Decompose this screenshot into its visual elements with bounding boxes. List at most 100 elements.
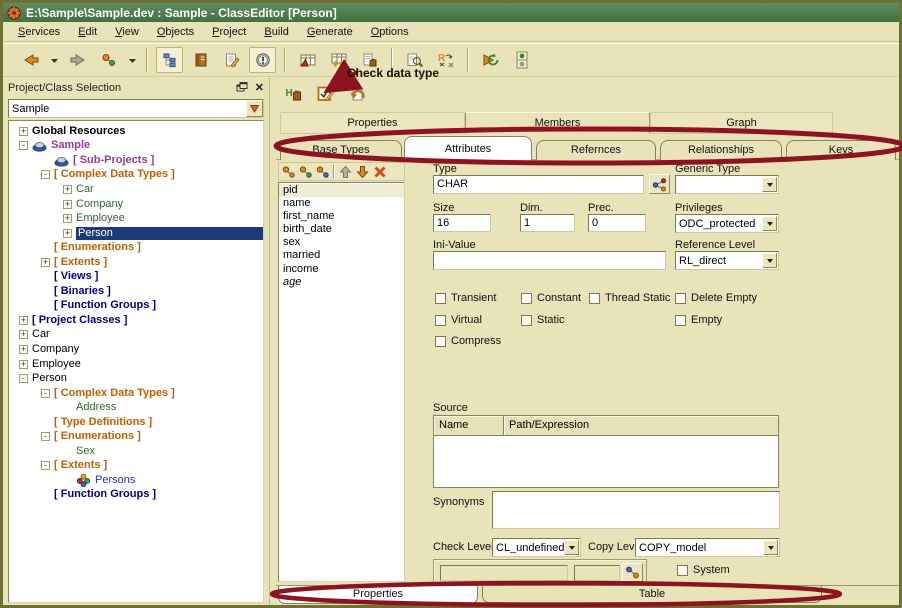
add-relationship-button[interactable] [314,164,331,180]
tree-item-enumerations[interactable]: [ Enumerations ] [9,240,263,255]
run-refresh-button[interactable] [477,47,504,73]
reference-level-combo[interactable]: RL_direct [675,251,779,270]
expander-icon[interactable]: + [63,229,72,238]
tree-view-button[interactable] [156,47,183,73]
tree-item-extents[interactable]: +[ Extents ] [9,255,263,270]
attribute-married[interactable]: married [279,249,404,262]
expander-icon[interactable]: + [19,330,28,339]
tree-item-enumerations[interactable]: -[ Enumerations ] [9,429,263,444]
expander-icon[interactable]: - [41,432,50,441]
dim-input[interactable]: 1 [520,214,575,232]
menu-objects[interactable]: Objects [148,24,203,40]
type-link-button[interactable] [649,174,670,194]
menu-view[interactable]: View [106,24,148,40]
privileges-combo[interactable]: ODC_protected [675,214,779,233]
table-generate-button[interactable] [294,47,321,73]
edit-doc-button[interactable] [218,47,245,73]
class-editor-button[interactable] [249,47,276,73]
expander-icon[interactable]: + [41,258,50,267]
expander-icon[interactable]: - [19,374,28,383]
tree-item-sample[interactable]: -Sample [9,139,263,154]
generic-type-combo[interactable] [675,175,779,194]
close-panel-icon[interactable]: ✕ [255,81,264,94]
expander-icon[interactable]: + [63,214,72,223]
synonyms-input[interactable] [492,491,780,529]
tree-item-company[interactable]: +Company [9,197,263,212]
expander-icon[interactable]: - [41,170,50,179]
revert-button[interactable] [344,81,372,107]
tree-item-person[interactable]: -Person [9,371,263,386]
tab-relationships[interactable]: Relationships [660,140,782,160]
expander-icon[interactable]: + [19,316,28,325]
expander-icon[interactable]: + [63,200,72,209]
constant-checkbox[interactable]: Constant [521,292,589,304]
tree-item-car[interactable]: +Car [9,182,263,197]
tree-item-global-resources[interactable]: +Global Resources [9,124,263,139]
add-reference-button[interactable] [297,164,314,180]
extra-field-1[interactable] [440,565,568,581]
tree-item-function-groups[interactable]: [ Function Groups ] [9,299,263,314]
float-panel-icon[interactable] [236,82,248,93]
attribute-name[interactable]: name [279,197,404,210]
expander-icon[interactable]: + [63,185,72,194]
tree-item-employee[interactable]: +Employee [9,211,263,226]
tab-keys[interactable]: Keys [786,140,896,160]
tree-item-binaries[interactable]: [ Binaries ] [9,284,263,299]
extra-field-2[interactable] [574,565,620,581]
thread-static-checkbox[interactable]: Thread Static [589,292,675,304]
library-button[interactable] [187,47,214,73]
empty-checkbox[interactable]: Empty [675,314,805,326]
tree-item-project-classes[interactable]: +[ Project Classes ] [9,313,263,328]
delete-empty-checkbox[interactable]: Delete Empty [675,292,805,304]
menu-options[interactable]: Options [362,24,418,40]
expander-icon[interactable]: + [19,360,28,369]
objects-button[interactable] [95,47,122,73]
attribute-sex[interactable]: sex [279,236,404,249]
copy-level-combo[interactable]: COPY_model [635,538,780,557]
ini-value-input[interactable] [433,251,666,270]
check-level-combo[interactable]: CL_undefined [492,538,581,557]
bottom-tab-table[interactable]: Table [482,586,822,603]
expander-icon[interactable]: - [19,141,28,150]
forward-button[interactable] [64,47,91,73]
tree-item-extents[interactable]: -[ Extents ] [9,459,263,474]
menu-services[interactable]: Services [9,24,69,40]
attribute-first-name[interactable]: first_name [279,210,404,223]
tree-item-persons[interactable]: Persons [9,473,263,488]
virtual-checkbox[interactable]: Virtual [435,314,521,326]
expander-icon[interactable]: - [41,461,50,470]
tree-item-sex[interactable]: Sex [9,444,263,459]
system-checkbox[interactable]: System [677,564,730,576]
dropdown-arrow-icon[interactable] [762,177,777,192]
expander-icon[interactable]: + [19,127,28,136]
tab-attributes[interactable]: Attributes [404,136,532,161]
tree-item-complex-data-types[interactable]: -[ Complex Data Types ] [9,168,263,183]
dropdown-arrow-icon[interactable] [762,216,777,231]
expander-icon[interactable]: + [19,345,28,354]
tree-item-complex-data-types[interactable]: -[ Complex Data Types ] [9,386,263,401]
tree-item-person[interactable]: +Person [9,226,263,241]
tree-item-employee[interactable]: +Employee [9,357,263,372]
static-checkbox[interactable]: Static [521,314,589,326]
tree-item-car[interactable]: +Car [9,328,263,343]
attribute-pid[interactable]: pid [279,184,404,197]
transient-checkbox[interactable]: Transient [435,292,521,304]
attribute-birth-date[interactable]: birth_date [279,223,404,236]
tree-item-company[interactable]: +Company [9,342,263,357]
add-attribute-button[interactable] [280,164,297,180]
type-input[interactable]: CHAR [433,175,644,194]
class-selector-combo[interactable]: Sample [8,99,264,118]
panel-divider[interactable] [269,78,275,605]
tab-members[interactable]: Members [465,112,650,134]
attribute-age[interactable]: age [279,276,404,289]
field-link-button[interactable] [622,563,643,582]
tab-properties[interactable]: Properties [280,112,465,134]
menu-edit[interactable]: Edit [69,24,106,40]
check-data-type-button[interactable] [312,81,340,107]
menu-project[interactable]: Project [203,24,255,40]
title-bar[interactable]: E:\Sample\Sample.dev : Sample - ClassEdi… [3,3,899,22]
tab-graph[interactable]: Graph [650,112,833,134]
bottom-tab-properties[interactable]: Properties [278,586,478,604]
back-menu-button[interactable] [48,47,60,73]
menu-generate[interactable]: Generate [298,24,362,40]
